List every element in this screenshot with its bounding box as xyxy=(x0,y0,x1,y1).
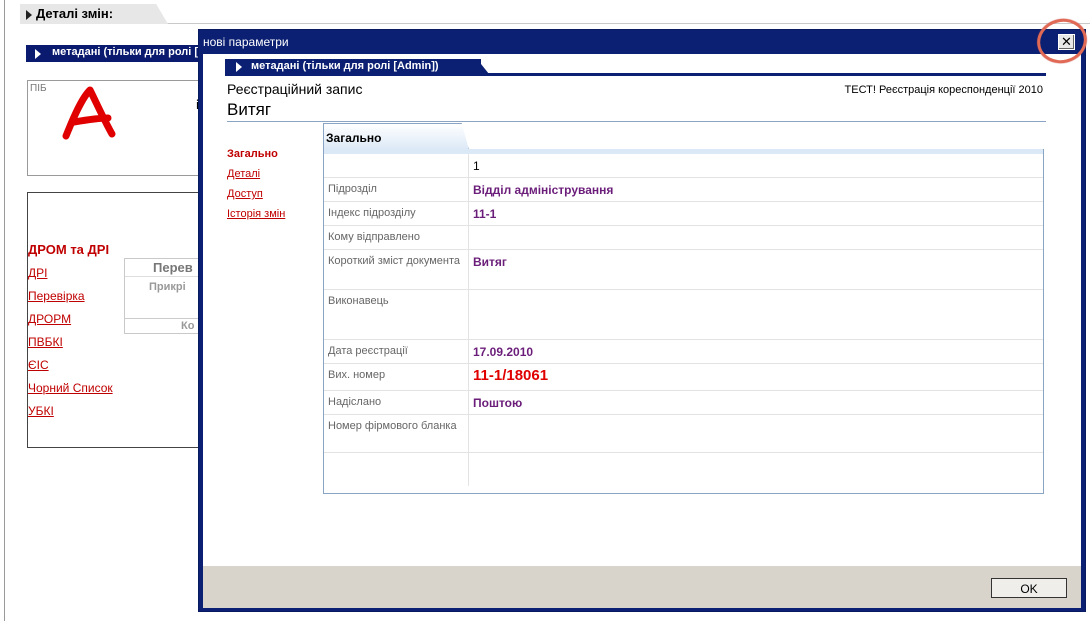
link-dri[interactable]: ДРІ xyxy=(28,266,47,280)
field-value: 11-1 xyxy=(473,207,497,221)
link-drorm[interactable]: ДРОРМ xyxy=(28,312,71,326)
field-row: Індекс підрозділу 11-1 xyxy=(324,202,1043,226)
record-context: ТЕСТ! Реєстрація кореспонденції 2010 xyxy=(844,84,1043,96)
field-label: Надіслано xyxy=(324,391,469,414)
field-value: 1 xyxy=(473,159,480,173)
field-value: 17.09.2010 xyxy=(473,345,534,359)
subpanel-row-1: Перев xyxy=(125,259,201,277)
fields-table: 1 Підрозділ Відділ адміністрування Індек… xyxy=(323,154,1044,494)
header-divider xyxy=(227,121,1046,122)
record-name: Витяг xyxy=(227,100,272,119)
metadata-bar-line xyxy=(225,73,1046,76)
link-blacklist[interactable]: Чорний Список xyxy=(28,381,113,395)
field-value: Витяг xyxy=(473,255,507,269)
background-metadata-label: метадані (тільки для ролі [Admin]) xyxy=(52,46,206,58)
link-pvbki[interactable]: ПВБКІ xyxy=(28,335,63,349)
details-tab-label: Деталі змін: xyxy=(36,6,114,21)
ok-button[interactable]: OK xyxy=(991,578,1067,598)
field-row: Короткий зміст документа Витяг xyxy=(324,250,1043,290)
field-label xyxy=(324,453,469,486)
field-label: Індекс підрозділу xyxy=(324,202,469,225)
field-row: Надіслано Поштою xyxy=(324,391,1043,415)
check-subpanel: Перев Прикрі Ко xyxy=(124,258,202,334)
field-label: Кому відправлено xyxy=(324,226,469,249)
field-label: Короткий зміст документа xyxy=(324,250,469,289)
record-nav: Загально Деталі Доступ Історія змін xyxy=(227,148,285,228)
annotation-mark-a: А xyxy=(60,86,116,140)
details-header: Деталі змін: xyxy=(20,4,1090,24)
new-parameters-dialog: нові параметри ✕ метадані (тільки для ро… xyxy=(198,29,1086,612)
field-label: Підрозділ xyxy=(324,178,469,201)
dialog-footer: OK xyxy=(203,566,1081,608)
nav-item-general[interactable]: Загально xyxy=(227,148,285,160)
field-label: Номер фірмового бланка xyxy=(324,415,469,452)
nav-item-history[interactable]: Історія змін xyxy=(227,208,285,220)
link-perevirka[interactable]: Перевірка xyxy=(28,289,85,303)
details-tab[interactable]: Деталі змін: xyxy=(20,4,168,24)
expand-arrow-icon xyxy=(35,49,41,59)
tab-general[interactable]: Загально xyxy=(323,123,469,150)
field-value: Поштою xyxy=(473,396,523,410)
nav-item-access[interactable]: Доступ xyxy=(227,188,285,200)
group-title: ДРОМ та ДРІ xyxy=(28,242,110,257)
field-row: Виконавець xyxy=(324,290,1043,340)
link-ubki[interactable]: УБКІ xyxy=(28,404,54,418)
dialog-body: метадані (тільки для ролі [Admin]) Реєст… xyxy=(203,54,1081,566)
expand-arrow-icon xyxy=(236,62,242,72)
field-row: Дата реєстрації 17.09.2010 xyxy=(324,340,1043,364)
link-eis[interactable]: ЄІС xyxy=(28,358,49,372)
expand-arrow-icon xyxy=(26,10,32,20)
field-row xyxy=(324,453,1043,486)
field-row: 1 xyxy=(324,154,1043,178)
field-row: Кому відправлено xyxy=(324,226,1043,250)
metadata-bar[interactable]: метадані (тільки для ролі [Admin]) xyxy=(225,59,481,74)
record-type: Реєстраційний запис xyxy=(227,81,363,97)
field-label: Вих. номер xyxy=(324,364,469,390)
pib-label: ПІБ xyxy=(30,83,47,94)
field-row: Підрозділ Відділ адміністрування xyxy=(324,178,1043,202)
outgoing-number-value: 11-1/18061 xyxy=(473,367,549,384)
annotation-a-text: А xyxy=(60,86,61,87)
dialog-title-bar[interactable]: нові параметри ✕ xyxy=(199,30,1085,54)
field-label: Дата реєстрації xyxy=(324,340,469,363)
background-metadata-bar[interactable]: метадані (тільки для ролі [Admin]) xyxy=(26,45,206,62)
field-row: Номер фірмового бланка xyxy=(324,415,1043,453)
field-value: Відділ адміністрування xyxy=(473,183,614,197)
metadata-bar-label: метадані (тільки для ролі [Admin]) xyxy=(251,60,439,72)
dialog-title: нові параметри xyxy=(203,35,289,49)
field-label xyxy=(324,154,469,177)
nav-item-details[interactable]: Деталі xyxy=(227,168,285,180)
field-label: Виконавець xyxy=(324,290,469,339)
subpanel-row-2: Прикрі xyxy=(125,278,201,318)
subpanel-row-3: Ко xyxy=(125,318,201,335)
field-row: Вих. номер 11-1/18061 xyxy=(324,364,1043,391)
